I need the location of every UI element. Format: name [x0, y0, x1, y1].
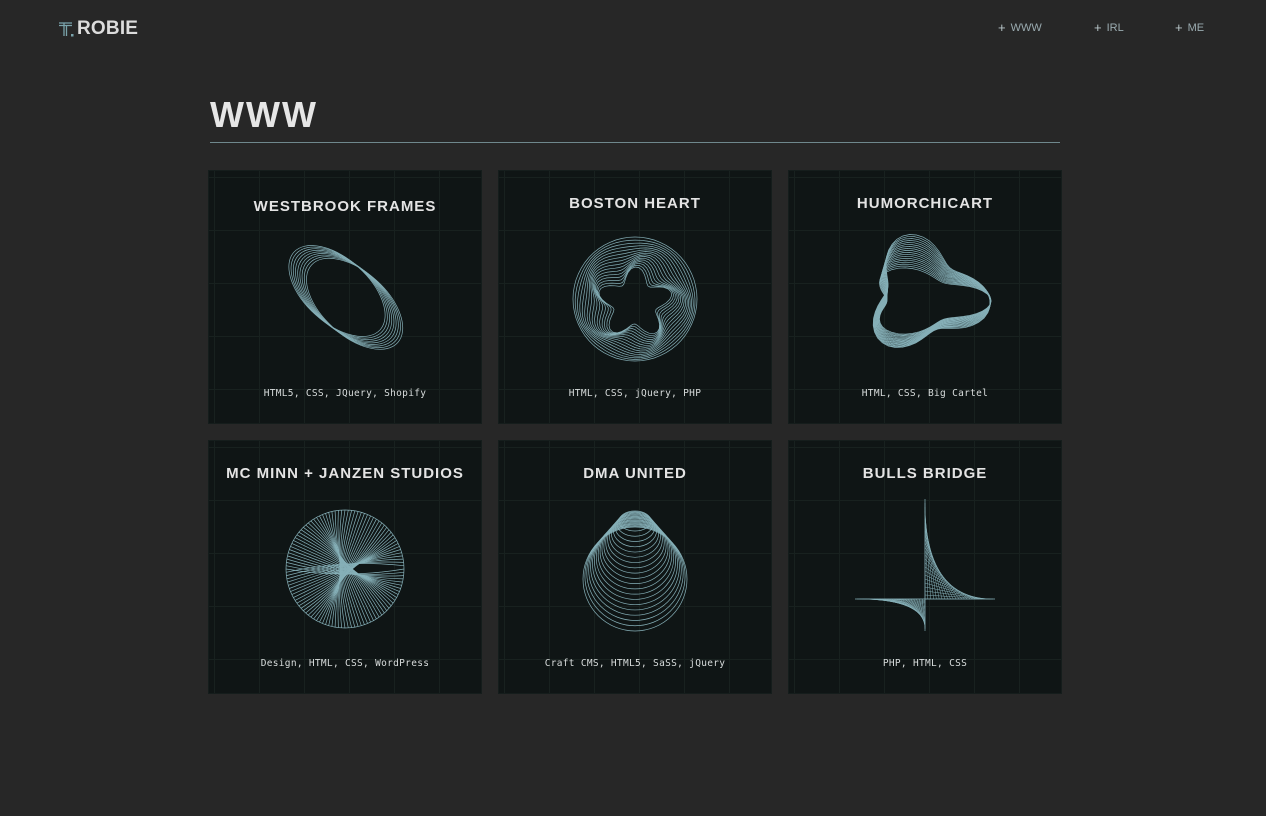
nav-link-label: IRL — [1106, 22, 1124, 34]
plus-icon: + — [998, 20, 1006, 35]
project-tags: Design, HTML, CSS, WordPress — [260, 658, 430, 669]
nav-links: + WWW + IRL + ME — [0, 20, 1266, 38]
nav-link-me[interactable]: + ME — [1175, 20, 1205, 35]
cone-rings-art — [565, 499, 705, 639]
project-title: MC MINN + JANZEN STUDIOS — [226, 465, 464, 482]
nav-link-irl[interactable]: + IRL — [1094, 20, 1124, 35]
title-divider — [210, 142, 1060, 143]
project-tags: PHP, HTML, CSS — [882, 658, 968, 669]
project-tags: HTML, CSS, Big Cartel — [861, 388, 989, 399]
project-title: BOSTON HEART — [569, 195, 701, 212]
project-card-boston-heart[interactable]: BOSTON HEART HTML, CSS, jQuery, PHP — [498, 170, 772, 424]
project-title: DMA UNITED — [583, 465, 687, 482]
project-tags: HTML5, CSS, JQuery, Shopify — [263, 388, 427, 399]
project-title: BULLS BRIDGE — [862, 465, 988, 482]
page-title: WWW — [210, 94, 318, 135]
top-nav: ROBIE + WWW + IRL + ME — [0, 0, 1266, 60]
nav-link-label: WWW — [1010, 22, 1042, 34]
project-title: WESTBROOK FRAMES — [253, 198, 437, 215]
nav-link-www[interactable]: + WWW — [998, 20, 1042, 35]
wavy-sphere-art — [565, 229, 705, 369]
project-card-dma-united[interactable]: DMA UNITED Craft CMS, HTML5, SaSS, jQuer… — [498, 440, 772, 694]
plus-icon: + — [1175, 20, 1183, 35]
project-tags: HTML, CSS, jQuery, PHP — [568, 388, 702, 399]
ring-band-art — [275, 229, 415, 369]
project-card-humorchicart[interactable]: HUMORCHICART HTML, CSS, Big Cartel — [788, 170, 1062, 424]
project-tags: Craft CMS, HTML5, SaSS, jQuery — [544, 658, 726, 669]
string-curve-art — [855, 499, 995, 639]
project-card-westbrook-frames[interactable]: WESTBROOK FRAMES HTML5, CSS, JQuery, Sho… — [208, 170, 482, 424]
plus-icon: + — [1094, 20, 1102, 35]
twisted-triangle-art — [855, 229, 995, 369]
project-card-bulls-bridge[interactable]: BULLS BRIDGE PHP, HTML, CSS — [788, 440, 1062, 694]
project-title: HUMORCHICART — [856, 195, 994, 212]
nav-link-label: ME — [1187, 22, 1205, 34]
radial-disc-art — [275, 499, 415, 639]
project-card-mc-minn-janzen[interactable]: MC MINN + JANZEN STUDIOS Design, HTML, C… — [208, 440, 482, 694]
